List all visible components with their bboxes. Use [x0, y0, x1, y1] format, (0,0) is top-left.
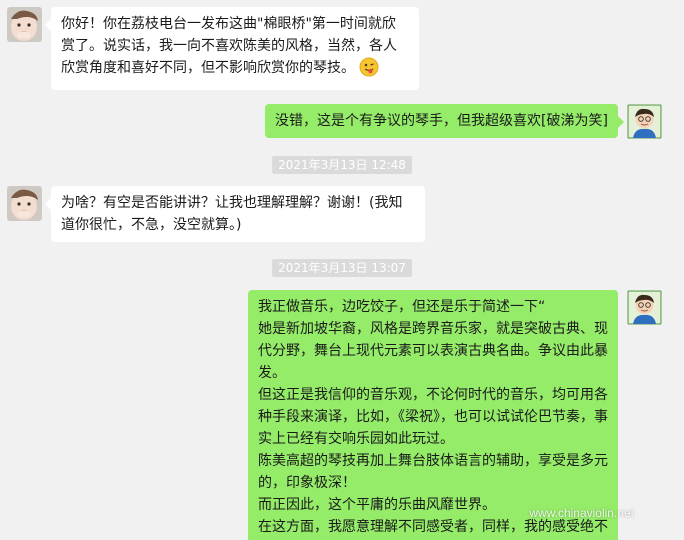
timestamp: 2021年3月13日 12:48	[272, 156, 412, 174]
my-avatar[interactable]	[627, 104, 662, 139]
message-text: 没错，这是个有争议的琴手，但我超级喜欢[破涕为笑]	[275, 113, 608, 129]
timestamp: 2021年3月13日 13:07	[272, 259, 412, 277]
message-bubble-outgoing[interactable]: 没错，这是个有争议的琴手，但我超级喜欢[破涕为笑]	[265, 104, 624, 138]
message-line: 她是新加坡华裔，风格是跨界音乐家，就是突破古典、现代分野，舞台上现代元素可以表演…	[258, 321, 608, 381]
message-text: 你好！你在荔枝电台一发布这曲"棉眼桥"第一时间就欣赏了。说实话，我一向不喜欢陈美…	[61, 16, 397, 76]
message-text: 为啥？有空是否能讲讲？让我也理解理解？谢谢！(我知道你很忙，不急，没空就算。)	[61, 195, 403, 233]
my-avatar[interactable]	[627, 290, 662, 325]
message-bubble-incoming[interactable]: 为啥？有空是否能讲讲？让我也理解理解？谢谢！(我知道你很忙，不急，没空就算。)	[45, 186, 425, 242]
message-line: 陈美高超的琴技再加上舞台肢体语言的辅助，享受是多元的，印象极深！	[258, 453, 608, 491]
message-line: 我正做音乐，边吃饺子，但还是乐于简述一下“	[258, 299, 546, 315]
tongue-wink-emoji-icon	[359, 57, 379, 84]
contact-avatar[interactable]	[7, 186, 42, 221]
contact-avatar[interactable]	[7, 7, 42, 42]
message-bubble-incoming[interactable]: 你好！你在荔枝电台一发布这曲"棉眼桥"第一时间就欣赏了。说实话，我一向不喜欢陈美…	[45, 7, 419, 90]
message-line: 但这正是我信仰的音乐观，不论何时代的音乐，均可用各种手段来演译，比如，《梁祝》，…	[258, 387, 608, 447]
watermark: www.chinaviolin.net	[529, 506, 634, 520]
message-bubble-outgoing[interactable]: 我正做音乐，边吃饺子，但还是乐于简述一下“ 她是新加坡华裔，风格是跨界音乐家，就…	[248, 290, 618, 540]
